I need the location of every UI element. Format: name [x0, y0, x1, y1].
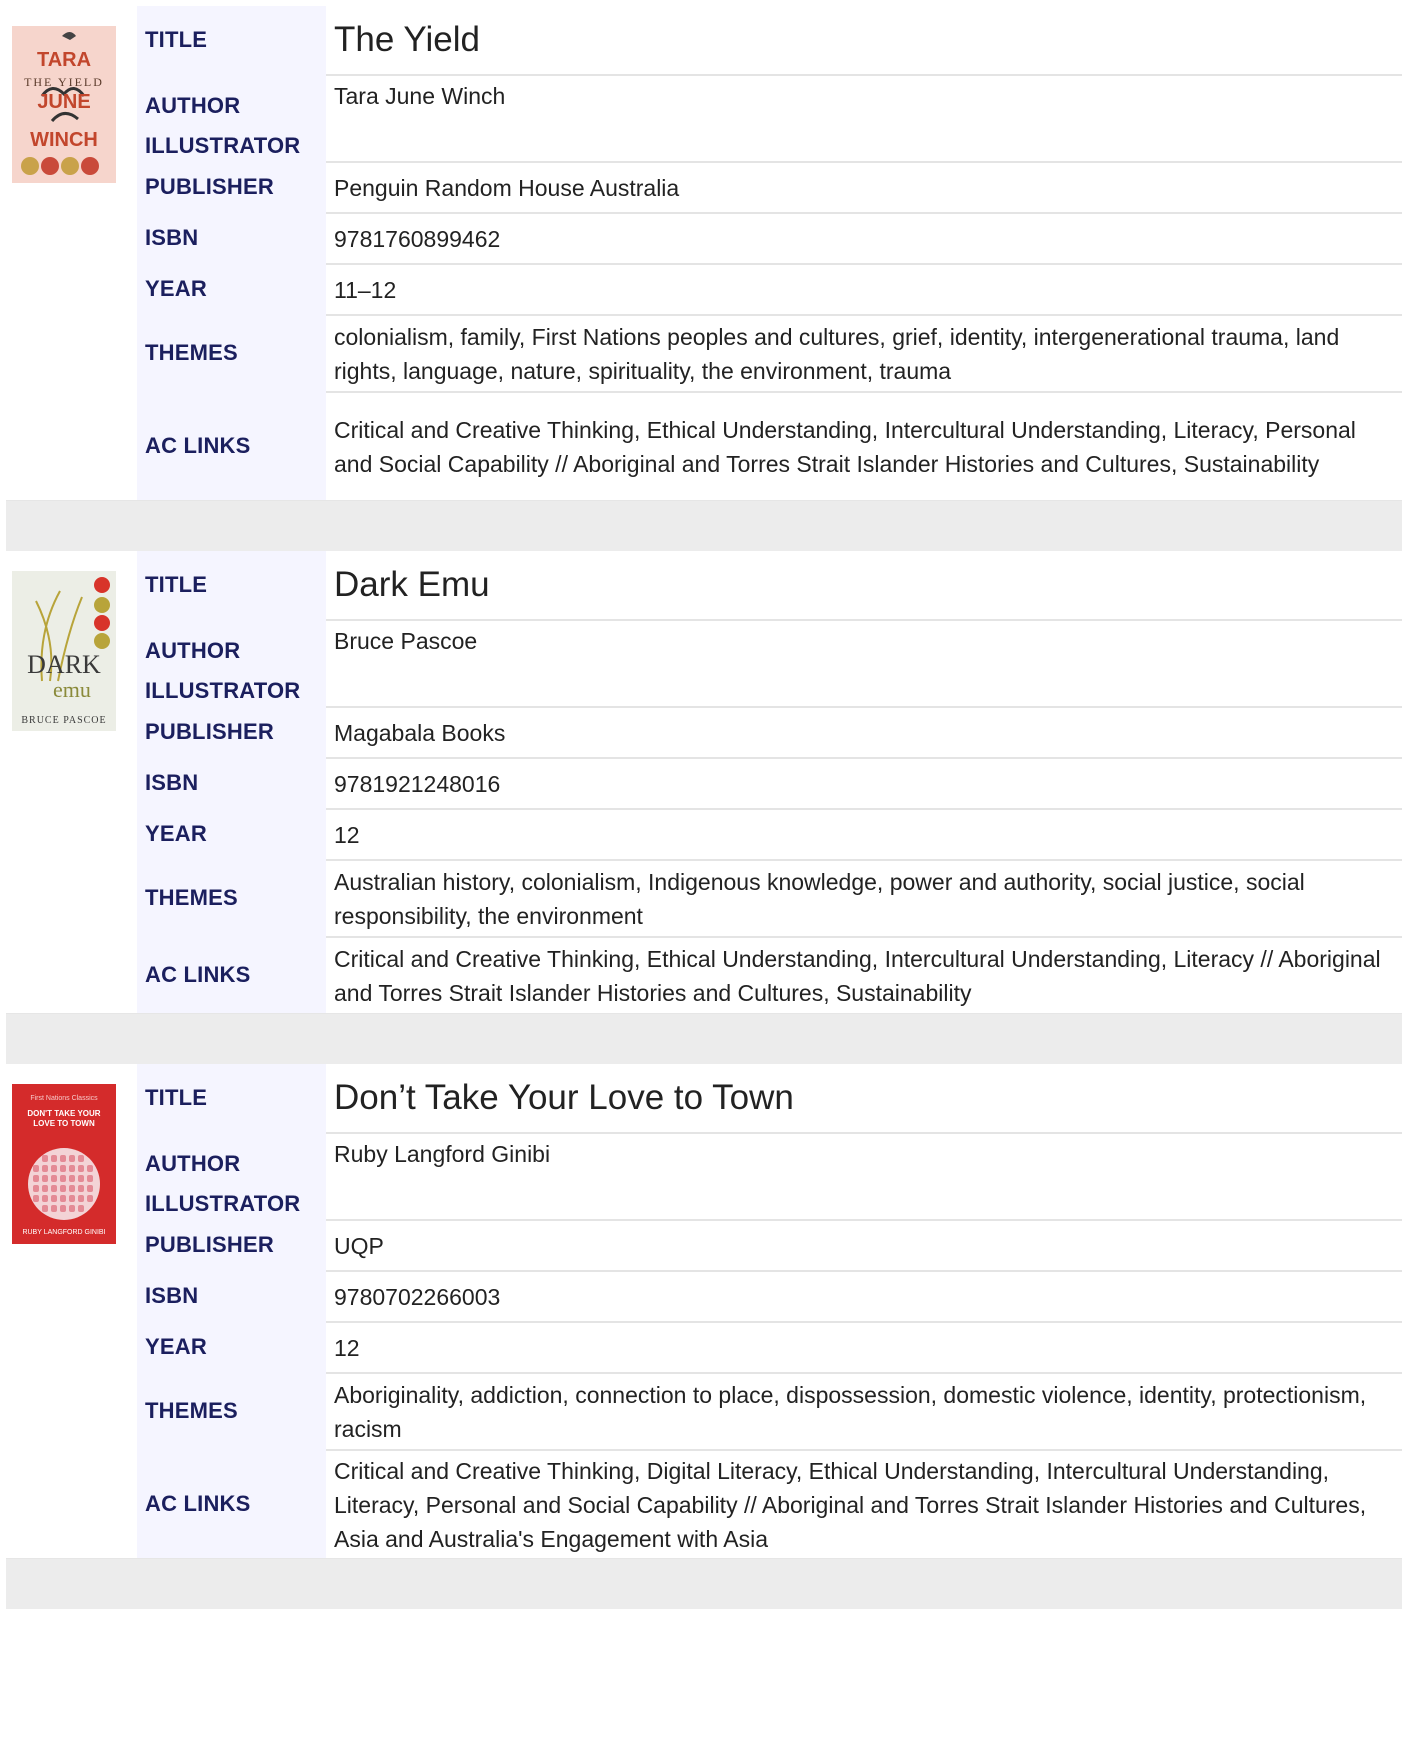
- book-author-illustrator: Tara June Winch: [326, 74, 1402, 161]
- value-column: The Yield Tara June Winch Penguin Random…: [326, 6, 1402, 500]
- label-themes: THEMES: [145, 339, 238, 365]
- book-ac-links: Critical and Creative Thinking, Ethical …: [326, 391, 1402, 500]
- value-column: Don’t Take Your Love to Town Ruby Langfo…: [326, 1064, 1402, 1558]
- book-publisher: UQP: [326, 1219, 1402, 1270]
- label-publisher: PUBLISHER: [145, 1231, 274, 1257]
- book-title: The Yield: [334, 20, 480, 59]
- svg-text:WINCH: WINCH: [30, 129, 98, 151]
- label-column: TITLE AUTHOR ILLUSTRATOR PUBLISHER ISBN …: [137, 551, 326, 1013]
- svg-text:DON'T TAKE YOUR: DON'T TAKE YOUR: [27, 1109, 100, 1118]
- book-author: Tara June Winch: [334, 83, 506, 109]
- book-list: TARA THE YIELD JUNE WINCH TITLE AUTHOR I…: [6, 6, 1402, 1609]
- book-cover: TARA THE YIELD JUNE WINCH: [6, 6, 137, 500]
- svg-text:LOVE TO TOWN: LOVE TO TOWN: [33, 1119, 95, 1128]
- book-cover-image: DARK emu BRUCE PASCOE: [12, 571, 116, 731]
- label-year: YEAR: [145, 275, 207, 301]
- label-author-illustrator: AUTHOR ILLUSTRATOR: [137, 1132, 326, 1219]
- book-year: 12: [326, 808, 1402, 859]
- entry-separator: [6, 501, 1402, 551]
- label-title: TITLE: [145, 1085, 208, 1110]
- label-title: TITLE: [145, 27, 208, 52]
- svg-text:BRUCE PASCOE: BRUCE PASCOE: [21, 715, 106, 726]
- label-title: TITLE: [145, 572, 208, 597]
- book-author-illustrator: Bruce Pascoe: [326, 619, 1402, 706]
- svg-text:emu: emu: [53, 677, 91, 702]
- book-isbn: 9781921248016: [326, 757, 1402, 808]
- label-author: AUTHOR: [145, 638, 241, 663]
- book-publisher: Magabala Books: [326, 706, 1402, 757]
- book-year: 11–12: [326, 263, 1402, 314]
- label-author: AUTHOR: [145, 93, 241, 118]
- book-themes: Australian history, colonialism, Indigen…: [326, 859, 1402, 936]
- svg-text:JUNE: JUNE: [37, 91, 90, 113]
- label-author: AUTHOR: [145, 1151, 241, 1176]
- book-author-illustrator: Ruby Langford Ginibi: [326, 1132, 1402, 1219]
- label-illustrator: ILLUSTRATOR: [145, 133, 301, 158]
- book-ac-links: Critical and Creative Thinking, Digital …: [326, 1449, 1402, 1558]
- book-title: Don’t Take Your Love to Town: [334, 1078, 794, 1117]
- entry-separator: [6, 1014, 1402, 1064]
- label-themes: THEMES: [145, 1397, 238, 1423]
- book-cover-image: First Nations Classics DON'T TAKE YOUR L…: [12, 1084, 116, 1244]
- book-themes: colonialism, family, First Nations peopl…: [326, 314, 1402, 391]
- label-isbn: ISBN: [145, 224, 199, 250]
- cover-text: TARA: [37, 49, 91, 71]
- book-cover: DARK emu BRUCE PASCOE: [6, 551, 137, 1013]
- book-entry: DARK emu BRUCE PASCOE TITLE AUTHOR ILLUS…: [6, 551, 1402, 1014]
- book-ac-links: Critical and Creative Thinking, Ethical …: [326, 936, 1402, 1013]
- label-ac-links: AC LINKS: [145, 1490, 251, 1516]
- label-themes: THEMES: [145, 884, 238, 910]
- book-title: Dark Emu: [334, 565, 490, 604]
- svg-text:DARK: DARK: [27, 650, 101, 679]
- book-author: Ruby Langford Ginibi: [334, 1141, 551, 1167]
- label-ac-links: AC LINKS: [145, 961, 251, 987]
- label-illustrator: ILLUSTRATOR: [145, 678, 301, 703]
- label-ac-links: AC LINKS: [145, 432, 251, 458]
- book-entry: First Nations Classics DON'T TAKE YOUR L…: [6, 1064, 1402, 1559]
- book-cover: First Nations Classics DON'T TAKE YOUR L…: [6, 1064, 137, 1558]
- label-illustrator: ILLUSTRATOR: [145, 1191, 301, 1216]
- book-isbn: 9781760899462: [326, 212, 1402, 263]
- book-publisher: Penguin Random House Australia: [326, 161, 1402, 212]
- book-entry: TARA THE YIELD JUNE WINCH TITLE AUTHOR I…: [6, 6, 1402, 501]
- value-column: Dark Emu Bruce Pascoe Magabala Books 978…: [326, 551, 1402, 1013]
- label-year: YEAR: [145, 1333, 207, 1359]
- label-publisher: PUBLISHER: [145, 173, 274, 199]
- label-column: TITLE AUTHOR ILLUSTRATOR PUBLISHER ISBN …: [137, 1064, 326, 1558]
- label-publisher: PUBLISHER: [145, 718, 274, 744]
- label-isbn: ISBN: [145, 1282, 199, 1308]
- label-isbn: ISBN: [145, 769, 199, 795]
- label-column: TITLE AUTHOR ILLUSTRATOR PUBLISHER ISBN …: [137, 6, 326, 500]
- svg-text:THE YIELD: THE YIELD: [24, 75, 104, 89]
- book-isbn: 9780702266003: [326, 1270, 1402, 1321]
- svg-text:RUBY LANGFORD GINIBI: RUBY LANGFORD GINIBI: [22, 1229, 105, 1236]
- label-year: YEAR: [145, 820, 207, 846]
- label-author-illustrator: AUTHOR ILLUSTRATOR: [137, 74, 326, 161]
- label-author-illustrator: AUTHOR ILLUSTRATOR: [137, 619, 326, 706]
- entry-separator: [6, 1559, 1402, 1609]
- svg-text:First Nations Classics: First Nations Classics: [30, 1095, 98, 1102]
- book-year: 12: [326, 1321, 1402, 1372]
- book-cover-image: TARA THE YIELD JUNE WINCH: [12, 26, 116, 183]
- book-themes: Aboriginality, addiction, connection to …: [326, 1372, 1402, 1449]
- book-author: Bruce Pascoe: [334, 628, 478, 654]
